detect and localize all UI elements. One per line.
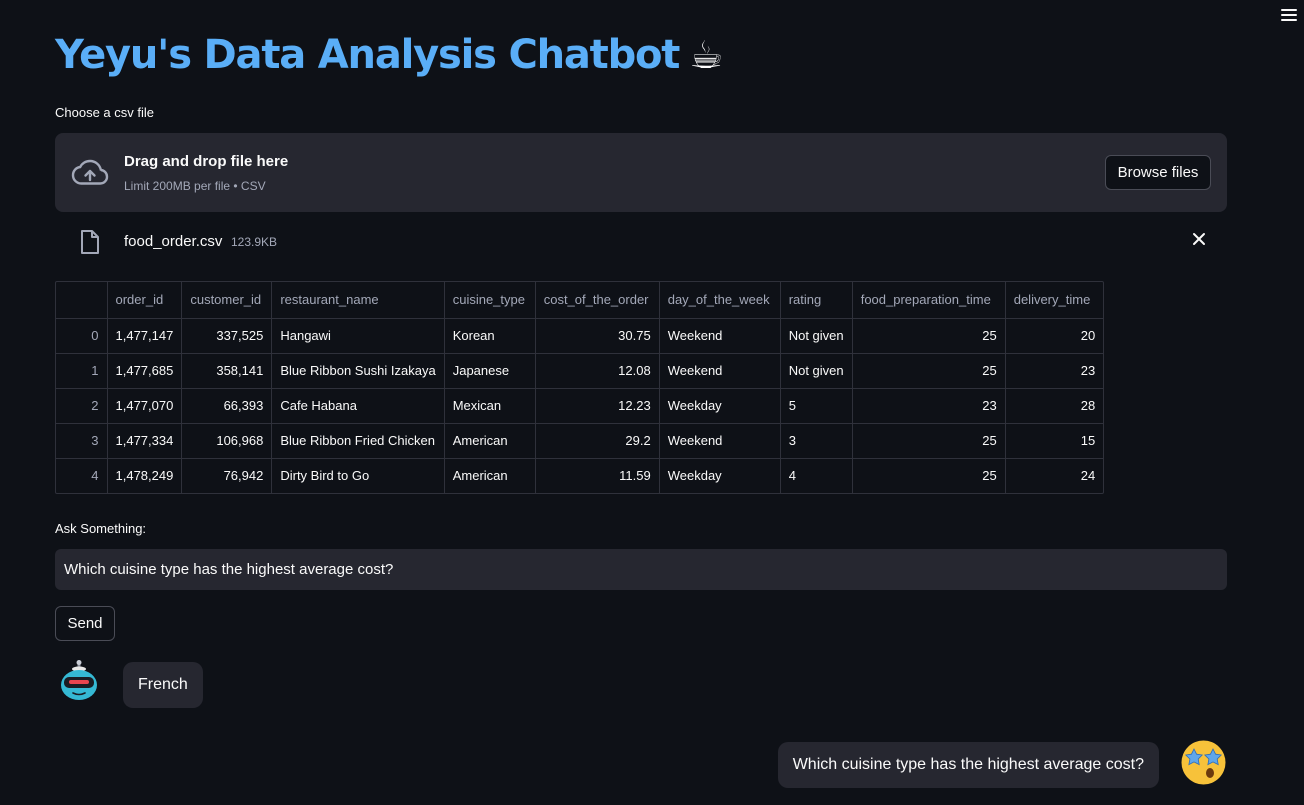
file-dropzone[interactable]: Drag and drop file here Limit 200MB per … — [55, 133, 1227, 212]
table-cell[interactable]: 29.2 — [534, 422, 660, 459]
table-cell[interactable]: Weekday — [658, 387, 781, 424]
hamburger-menu-icon[interactable] — [1278, 6, 1300, 24]
table-cell[interactable]: 12.08 — [534, 352, 660, 389]
table-cell[interactable]: 4 — [779, 457, 853, 493]
table-row: 3 1,477,334 106,968 Blue Ribbon Fried Ch… — [56, 422, 1104, 459]
table-cell[interactable]: 25 — [851, 422, 1006, 459]
table-cell[interactable]: 23 — [1004, 352, 1104, 389]
row-index: 4 — [56, 457, 108, 493]
table-cell[interactable]: Weekend — [658, 352, 781, 389]
table-cell[interactable]: 11.59 — [534, 457, 660, 493]
table-cell[interactable]: 30.75 — [534, 317, 660, 354]
file-icon — [81, 230, 99, 254]
table-cell[interactable]: American — [443, 422, 536, 459]
table-cell[interactable]: 66,393 — [181, 387, 273, 424]
uploaded-file-size: 123.9KB — [231, 235, 278, 249]
user-message: Which cuisine type has the highest avera… — [777, 742, 1159, 788]
ask-input-label: Ask Something: — [55, 521, 147, 536]
table-cell[interactable]: 28 — [1004, 387, 1104, 424]
page-title-text: Yeyu's Data Analysis Chatbot — [55, 32, 680, 78]
table-cell[interactable]: 106,968 — [181, 422, 273, 459]
table-row: 4 1,478,249 76,942 Dirty Bird to Go Amer… — [56, 457, 1104, 493]
table-cell[interactable]: 25 — [851, 317, 1006, 354]
table-header-row: order_id customer_id restaurant_name cui… — [56, 282, 1104, 319]
column-header[interactable]: cost_of_the_order — [534, 282, 660, 319]
coffee-icon: ☕ — [689, 33, 723, 77]
ask-input[interactable] — [55, 549, 1227, 590]
table-cell[interactable]: 76,942 — [181, 457, 273, 493]
app-root: Yeyu's Data Analysis Chatbot ☕ Choose a … — [0, 0, 1304, 805]
table-cell[interactable]: 358,141 — [181, 352, 273, 389]
table-cell[interactable]: 25 — [851, 457, 1006, 493]
table-cell[interactable]: Blue Ribbon Sushi Izakaya — [271, 352, 445, 389]
table-cell[interactable]: 3 — [779, 422, 853, 459]
column-header[interactable]: delivery_time — [1004, 282, 1104, 319]
table-cell[interactable]: Not given — [779, 352, 853, 389]
column-header[interactable]: day_of_the_week — [658, 282, 781, 319]
user-message-text: Which cuisine type has the highest avera… — [792, 756, 1144, 773]
table-cell[interactable]: 12.23 — [534, 387, 660, 424]
table-cell[interactable]: Mexican — [443, 387, 536, 424]
file-uploader-label: Choose a csv file — [55, 105, 154, 120]
column-header[interactable]: customer_id — [181, 282, 273, 319]
table-cell[interactable]: Cafe Habana — [271, 387, 445, 424]
table-cell[interactable]: Korean — [443, 317, 536, 354]
dropzone-limit: Limit 200MB per file • CSV — [124, 179, 266, 193]
table-cell[interactable]: 23 — [851, 387, 1006, 424]
table-cell[interactable]: 25 — [851, 352, 1006, 389]
table-cell[interactable]: 1,477,070 — [106, 387, 183, 424]
bot-message: French — [123, 662, 203, 708]
column-header[interactable]: order_id — [106, 282, 183, 319]
table-cell[interactable]: 1,477,334 — [106, 422, 183, 459]
table-cell[interactable]: Weekday — [658, 457, 781, 493]
table-cell[interactable]: Hangawi — [271, 317, 445, 354]
send-button[interactable]: Send — [55, 606, 115, 641]
table-row: 1 1,477,685 358,141 Blue Ribbon Sushi Iz… — [56, 352, 1104, 389]
row-index: 1 — [56, 352, 108, 389]
table-cell[interactable]: Weekend — [658, 422, 781, 459]
table-cell[interactable]: 15 — [1004, 422, 1104, 459]
cloud-upload-icon — [71, 159, 109, 185]
column-header[interactable]: restaurant_name — [271, 282, 445, 319]
table-cell[interactable]: 20 — [1004, 317, 1104, 354]
column-header[interactable]: rating — [779, 282, 853, 319]
table-row: 0 1,477,147 337,525 Hangawi Korean 30.75… — [56, 317, 1104, 354]
dataframe-table[interactable]: order_id customer_id restaurant_name cui… — [55, 281, 1105, 494]
column-header[interactable]: food_preparation_time — [851, 282, 1006, 319]
browse-files-button[interactable]: Browse files — [1105, 155, 1211, 190]
row-index: 0 — [56, 317, 108, 354]
dropzone-title: Drag and drop file here — [124, 153, 289, 170]
table-cell[interactable]: 1,477,147 — [106, 317, 183, 354]
table-cell[interactable]: 5 — [779, 387, 853, 424]
row-index: 2 — [56, 387, 108, 424]
table-cell[interactable]: American — [443, 457, 536, 493]
table-cell[interactable]: Not given — [779, 317, 853, 354]
page-title: Yeyu's Data Analysis Chatbot ☕ — [55, 32, 723, 78]
column-header[interactable]: cuisine_type — [443, 282, 536, 319]
column-header[interactable] — [56, 282, 108, 319]
table-cell[interactable]: Blue Ribbon Fried Chicken — [271, 422, 445, 459]
table-cell[interactable]: 1,477,685 — [106, 352, 183, 389]
table-cell[interactable]: 337,525 — [181, 317, 273, 354]
table-cell[interactable]: 24 — [1004, 457, 1104, 493]
close-icon[interactable] — [1191, 231, 1207, 247]
table-cell[interactable]: 1,478,249 — [106, 457, 183, 493]
table-cell[interactable]: Weekend — [658, 317, 781, 354]
row-index: 3 — [56, 422, 108, 459]
uploaded-file-name: food_order.csv — [124, 233, 223, 250]
robot-avatar-icon — [61, 660, 97, 700]
table-cell[interactable]: Dirty Bird to Go — [271, 457, 445, 493]
bot-message-text: French — [138, 676, 188, 693]
star-struck-emoji-avatar-icon — [1181, 740, 1226, 785]
uploaded-file: food_order.csv 123.9KB — [55, 222, 1227, 260]
table-row: 2 1,477,070 66,393 Cafe Habana Mexican 1… — [56, 387, 1104, 424]
table-cell[interactable]: Japanese — [443, 352, 536, 389]
